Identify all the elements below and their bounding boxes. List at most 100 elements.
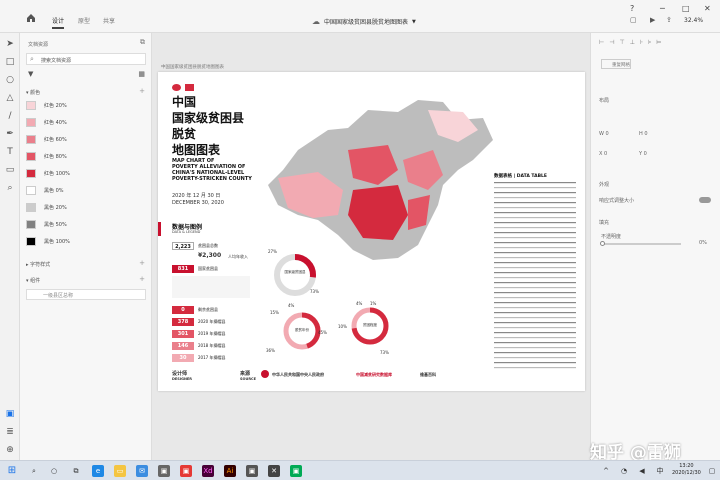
char-styles-section-header[interactable]: ▸ 字符样式 [26, 261, 50, 268]
year-box-value: 301 [172, 330, 194, 338]
color-swatch-row[interactable]: 黑色 50% [26, 218, 146, 230]
artboard-icon[interactable]: ▭ [5, 165, 15, 175]
table-row [494, 242, 576, 244]
device-preview-icon[interactable]: ▢ [630, 16, 637, 24]
color-swatch-row[interactable]: 红色 60% [26, 133, 146, 145]
add-char-style-icon[interactable]: + [139, 259, 145, 267]
align-center-icon: ⊣ [609, 39, 615, 46]
mail-icon[interactable]: ✉ [136, 465, 148, 477]
responsive-toggle[interactable] [699, 197, 711, 203]
add-color-icon[interactable]: + [139, 87, 145, 95]
clock[interactable]: 13:20 2020/12/30 [672, 463, 701, 477]
assets-search-input[interactable]: ⌕ 搜索文档资源 [26, 53, 146, 65]
color-swatch[interactable] [26, 151, 36, 161]
home-icon[interactable] [26, 13, 36, 23]
app-icon[interactable]: ▣ [290, 465, 302, 477]
tab-design[interactable]: 设计 [52, 16, 65, 29]
rectangle-icon[interactable]: □ [5, 57, 15, 67]
wifi-icon[interactable]: ◔ [618, 465, 630, 477]
tab-prototype[interactable]: 原型 [78, 16, 90, 25]
opacity-slider-thumb[interactable] [600, 241, 605, 246]
widgets-icon[interactable]: ⧉ [70, 465, 82, 477]
year-box-value: 378 [172, 318, 194, 326]
chevron-up-icon[interactable]: ^ [600, 465, 612, 477]
color-swatch[interactable] [26, 117, 36, 127]
folder-icon[interactable]: ▭ [114, 465, 126, 477]
minimize-icon[interactable]: ─ [660, 4, 665, 13]
assets-icon[interactable]: ▣ [5, 409, 15, 419]
filter-icon[interactable]: ▼ [28, 70, 33, 78]
zoom-icon[interactable]: ⌕ [5, 183, 15, 193]
app-icon[interactable]: ▣ [180, 465, 192, 477]
color-swatch-row[interactable]: 红色 20% [26, 99, 146, 111]
year-box-label: 2020 年摘帽县 [198, 319, 226, 324]
stat-value: ¥2,300 [198, 252, 222, 259]
component-item[interactable]: 一级县区总称 [26, 289, 146, 300]
y-field[interactable]: Y 0 [639, 151, 647, 157]
text-icon[interactable]: T [5, 147, 15, 157]
select-icon[interactable]: ➤ [5, 39, 15, 49]
h-field[interactable]: H 0 [639, 131, 648, 137]
artboard[interactable]: 中国 国家级贫困县 脱贫 地图图表 MAP CHART OF POVERTY A… [158, 72, 585, 391]
xd-icon[interactable]: Xd [202, 465, 214, 477]
taskbar: ⊞ ⌕ ○ ⧉ e ▭ ✉ ▣ ▣ Xd Ai ▣ ✕ ▣ ^ ◔ ◀ 中 13… [0, 460, 720, 480]
x-field[interactable]: X 0 [599, 151, 607, 157]
components-section-header[interactable]: ▾ 组件 [26, 277, 40, 284]
maximize-icon[interactable]: □ [682, 4, 690, 13]
color-swatch-row[interactable]: 黑色 0% [26, 184, 146, 196]
library-icon[interactable]: ⧉ [140, 38, 145, 47]
color-swatch[interactable] [26, 168, 36, 178]
opacity-slider[interactable] [601, 243, 681, 245]
zoom-level[interactable]: 32.4% [684, 17, 703, 24]
ellipse-icon[interactable]: ○ [5, 75, 15, 85]
task-view-icon[interactable]: ○ [48, 465, 60, 477]
color-swatch[interactable] [26, 185, 36, 195]
w-field[interactable]: W 0 [599, 131, 609, 137]
color-swatch[interactable] [26, 219, 36, 229]
color-swatch[interactable] [26, 134, 36, 144]
color-swatch[interactable] [26, 202, 36, 212]
color-swatch[interactable] [26, 236, 36, 246]
layers-icon[interactable]: ≣ [5, 427, 15, 437]
app-icon[interactable]: ▣ [158, 465, 170, 477]
pen-icon[interactable]: ✒ [5, 129, 15, 139]
plugins-icon[interactable]: ⊕ [5, 445, 15, 455]
share-icon[interactable]: ⇪ [666, 16, 672, 24]
volume-icon[interactable]: ◀ [636, 465, 648, 477]
data-table [494, 182, 576, 369]
grid-view-icon[interactable]: ▦ [138, 70, 145, 78]
table-row [494, 197, 576, 199]
table-row [494, 252, 576, 254]
color-swatch-row[interactable]: 红色 40% [26, 116, 146, 128]
close-icon[interactable]: ✕ [704, 4, 711, 13]
repeat-grid-button[interactable]: 重复网格 [601, 59, 631, 69]
tab-share[interactable]: 共享 [103, 16, 115, 25]
illustrator-icon[interactable]: Ai [224, 465, 236, 477]
donut-pct: 73% [380, 350, 389, 355]
app-icon[interactable]: ✕ [268, 465, 280, 477]
triangle-icon[interactable]: △ [5, 93, 15, 103]
edge-icon[interactable]: e [92, 465, 104, 477]
colors-section-header[interactable]: ▾ 颜色 [26, 89, 40, 96]
document-title[interactable]: ☁ 中国国家级贫困县脱贫地图图表 ▼ [312, 17, 416, 26]
line-icon[interactable]: / [5, 111, 15, 121]
color-swatch-row[interactable]: 红色 100% [26, 167, 146, 179]
table-row [494, 227, 576, 229]
search-icon[interactable]: ⌕ [28, 465, 40, 477]
color-swatch-row[interactable]: 红色 80% [26, 150, 146, 162]
help-icon[interactable]: ? [630, 4, 634, 13]
windows-start-icon[interactable]: ⊞ [6, 465, 18, 477]
artboard-label[interactable]: 中国国家级贫困县脱贫地图图表 [161, 64, 224, 70]
cloud-icon: ☁ [312, 17, 320, 26]
color-swatch-row[interactable]: 黑色 100% [26, 235, 146, 247]
play-icon[interactable]: ▶ [650, 16, 655, 24]
opacity-value[interactable]: 0% [699, 240, 707, 246]
color-swatch[interactable] [26, 100, 36, 110]
add-component-icon[interactable]: + [139, 275, 145, 283]
ime-icon[interactable]: 中 [654, 465, 666, 477]
align-toolbar[interactable]: ⊢ ⊣ ⊤ ⊥ ⊦ ⊧ ⊨ [599, 39, 661, 46]
color-swatch-row[interactable]: 黑色 20% [26, 201, 146, 213]
app-icon[interactable]: ▣ [246, 465, 258, 477]
color-swatch-label: 红色 20% [44, 102, 67, 109]
notification-icon[interactable]: ▢ [706, 465, 718, 477]
